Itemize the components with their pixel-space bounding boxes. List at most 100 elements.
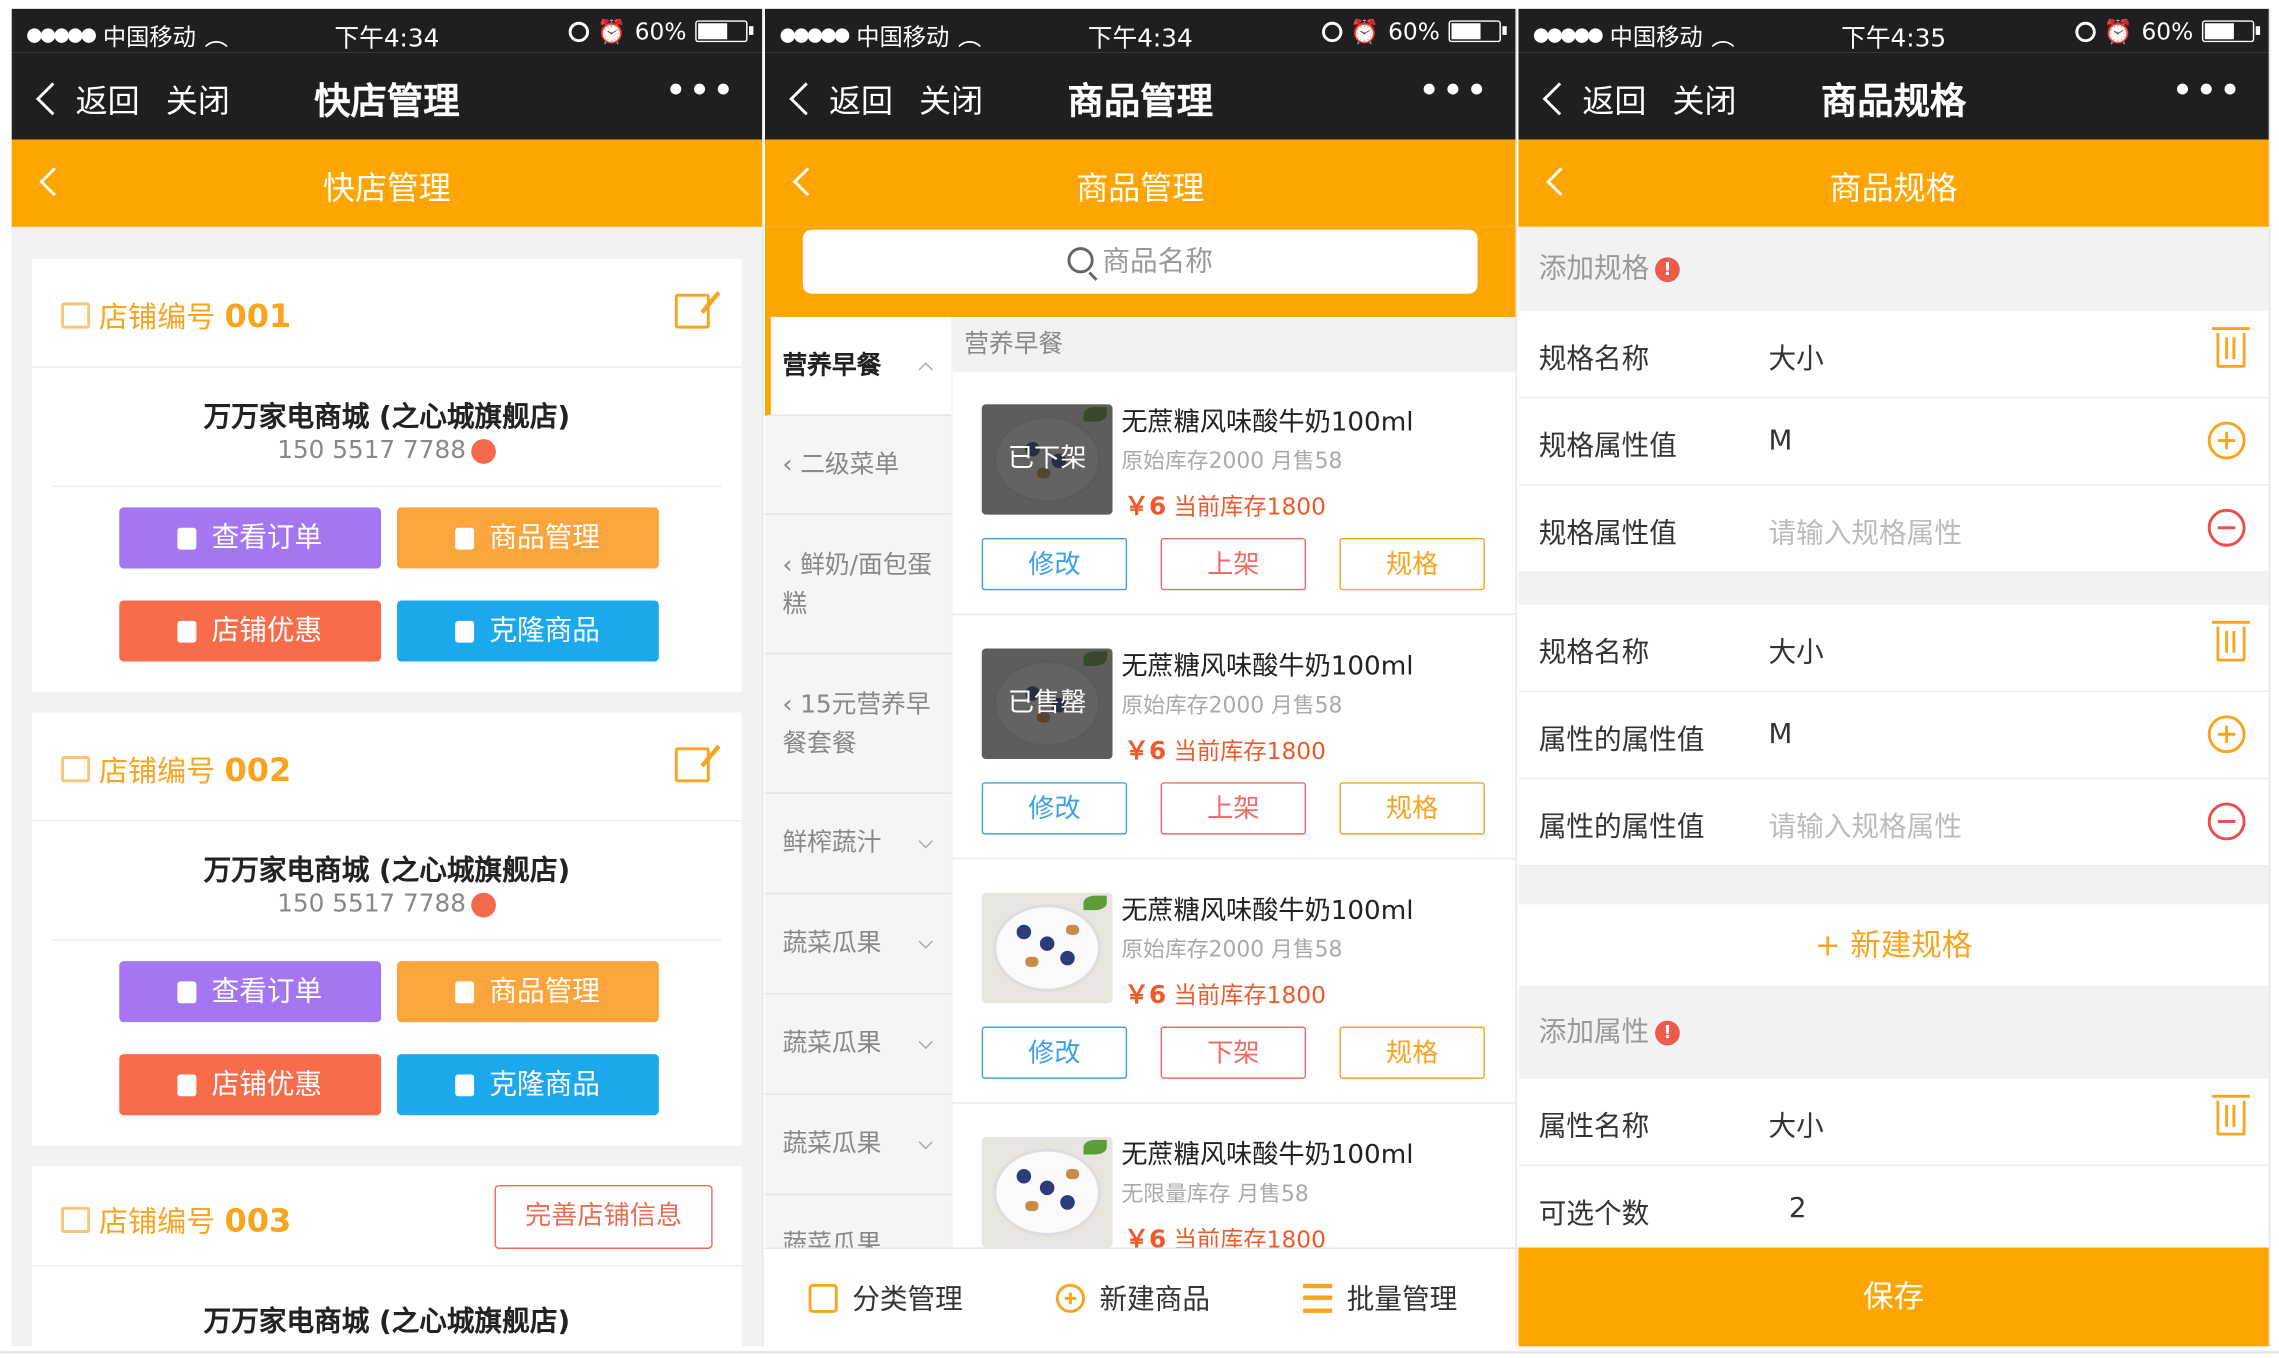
shop-card: 店铺编号 001 万万家电商城 (之心城旗舰店) 150 5517 7788 查… [31,258,742,693]
row-label: 规格属性值 [1538,517,1677,550]
back-chevron-icon[interactable] [789,82,823,116]
complete-shop-info-button[interactable]: 完善店铺信息 [494,1184,713,1249]
spec-value-row: 属性的属性值 M [1518,692,2269,780]
spec-value-input[interactable]: 请输入规格属性 [1769,805,1962,844]
product-item: 无蔗糖风味酸牛奶100ml 原始库存2000 月售58 ￥6 当前库存1800 … [952,861,1516,1104]
category-management-button[interactable]: 分类管理 [808,1278,963,1317]
product-management-button[interactable]: 商品管理 [397,961,659,1023]
shop-name: 万万家电商城 (之心城旗舰店) [203,401,571,434]
shop-card: 店铺编号 002 万万家电商城 (之心城旗舰店) 150 5517 7788 查… [31,712,742,1146]
trash-icon[interactable] [2212,1094,2250,1136]
batch-management-button[interactable]: 批量管理 [1303,1278,1457,1317]
category-item[interactable]: 蔬菜瓜果 [764,995,952,1095]
close-button[interactable]: 关闭 [166,76,230,123]
remove-circle-icon[interactable] [2207,508,2246,547]
shop-phone[interactable]: 150 5517 7788 [32,436,742,465]
category-item[interactable]: ‹ 15元营养早餐套餐 [764,654,952,794]
shop-phone[interactable]: 150 5517 7788 [32,890,742,919]
add-circle-icon[interactable] [2207,715,2246,754]
shop-number-label: 店铺编号 002 [98,753,292,790]
spec-value-input[interactable]: M [1769,425,1793,457]
shop-discount-button[interactable]: 店铺优惠 [119,1054,382,1116]
category-item[interactable]: 蔬菜瓜果 [764,1095,952,1196]
shop-discount-button[interactable]: 店铺优惠 [119,600,382,662]
alert-icon: ! [1655,257,1680,283]
alarm-icon: ⏰ [597,17,627,46]
product-name: 无蔗糖风味酸牛奶100ml [1121,1139,1414,1171]
spec-value-input[interactable]: M [1769,718,1793,750]
alert-icon: ! [1655,1020,1680,1046]
product-image: 已售罄 [981,648,1113,759]
shop-icon [61,756,91,783]
chevron-down-icon [918,1135,933,1150]
clipboard-icon [178,527,198,550]
edit-button[interactable]: 修改 [981,1026,1128,1079]
view-orders-button[interactable]: 查看订单 [119,507,382,569]
category-item[interactable]: ‹ 鲜奶/面包蛋糕 [764,515,952,655]
clone-product-button[interactable]: 克隆商品 [397,600,659,662]
spec-button[interactable]: 规格 [1339,782,1485,835]
category-item[interactable]: 蔬菜瓜果 [764,894,952,995]
view-orders-button[interactable]: 查看订单 [119,961,382,1023]
edit-button[interactable]: 修改 [981,537,1128,591]
trash-icon[interactable] [2212,327,2250,368]
close-button[interactable]: 关闭 [1673,76,1737,123]
edit-button[interactable]: 修改 [981,782,1128,835]
save-button[interactable]: 保存 [1518,1247,2269,1347]
attribute-name-input[interactable]: 大小 [1769,1105,1824,1144]
clone-product-button[interactable]: 克隆商品 [397,1054,659,1116]
spec-value-row: 属性的属性值 请输入规格属性 [1518,779,2269,867]
chevron-down-icon [918,1034,933,1050]
phone-icon[interactable] [471,892,497,917]
shop-icon [61,302,91,329]
remove-circle-icon[interactable] [2207,802,2246,841]
category-item[interactable]: 营养早餐 [764,316,952,416]
row-label: 属性的属性值 [1538,811,1705,844]
shop-header: 店铺编号 002 [31,712,742,822]
row-label: 属性的属性值 [1538,724,1705,757]
chevron-down-icon [918,934,933,949]
spec-name-input[interactable]: 大小 [1769,631,1824,670]
shop-number-label: 店铺编号 001 [98,299,292,336]
app-screens: ●●●●● 中国移动 ︵ 下午4:34 ⏰ 60% 返回 关闭 快店管理 ••• 快店管… [0,0,2279,1358]
gift-icon [455,527,475,550]
shelf-button[interactable]: 下架 [1160,1026,1307,1079]
gift-icon [455,981,475,1004]
clipboard-icon [178,981,198,1004]
more-menu-icon[interactable]: ••• [2171,70,2242,114]
product-management-button[interactable]: 商品管理 [397,507,659,569]
category-item[interactable]: ‹ 二级菜单 [764,416,952,515]
more-menu-icon[interactable]: ••• [665,70,736,114]
alarm-icon: ⏰ [1350,17,1380,46]
screen-product-specs: ●●●●● 中国移动 ︵ 下午4:35 ⏰ 60% 返回 关闭 商品规格 ••• 商品规… [1518,8,2271,1347]
shelf-button[interactable]: 上架 [1160,782,1307,835]
new-product-button[interactable]: 新建商品 [1055,1278,1210,1317]
back-button[interactable]: 返回 [76,76,140,123]
search-input[interactable]: 商品名称 [802,229,1478,294]
coupon-icon [178,1074,198,1097]
shelf-button[interactable]: 上架 [1160,537,1307,591]
back-button[interactable]: 返回 [829,76,893,123]
product-stock: 原始库存2000 月售58 [1121,936,1343,963]
phone-icon[interactable] [471,438,497,464]
spec-button[interactable]: 规格 [1339,537,1485,591]
more-menu-icon[interactable]: ••• [1418,70,1489,114]
header-bar: 商品管理 [764,139,1516,227]
edit-icon[interactable] [674,747,710,783]
add-circle-icon[interactable] [2207,421,2246,460]
status-bar: ●●●●● 中国移动 ︵ 下午4:34 ⏰ 60% [11,8,763,54]
back-chevron-icon[interactable] [1542,82,1576,116]
spec-value-input[interactable]: 请输入规格属性 [1769,512,1962,551]
spec-name-input[interactable]: 大小 [1769,337,1824,376]
edit-icon[interactable] [674,293,710,329]
back-chevron-icon[interactable] [35,82,69,116]
new-spec-button[interactable]: + 新建规格 [1518,904,2269,986]
spec-button[interactable]: 规格 [1339,1026,1485,1079]
product-price: ￥6 当前库存1800 [1124,492,1326,522]
selectable-count-input[interactable]: 2 [1789,1192,1807,1224]
close-button[interactable]: 关闭 [919,76,983,123]
battery-icon [695,20,754,43]
trash-icon[interactable] [2212,620,2250,662]
back-button[interactable]: 返回 [1582,76,1646,123]
category-item[interactable]: 鲜榨蔬汁 [764,794,952,895]
